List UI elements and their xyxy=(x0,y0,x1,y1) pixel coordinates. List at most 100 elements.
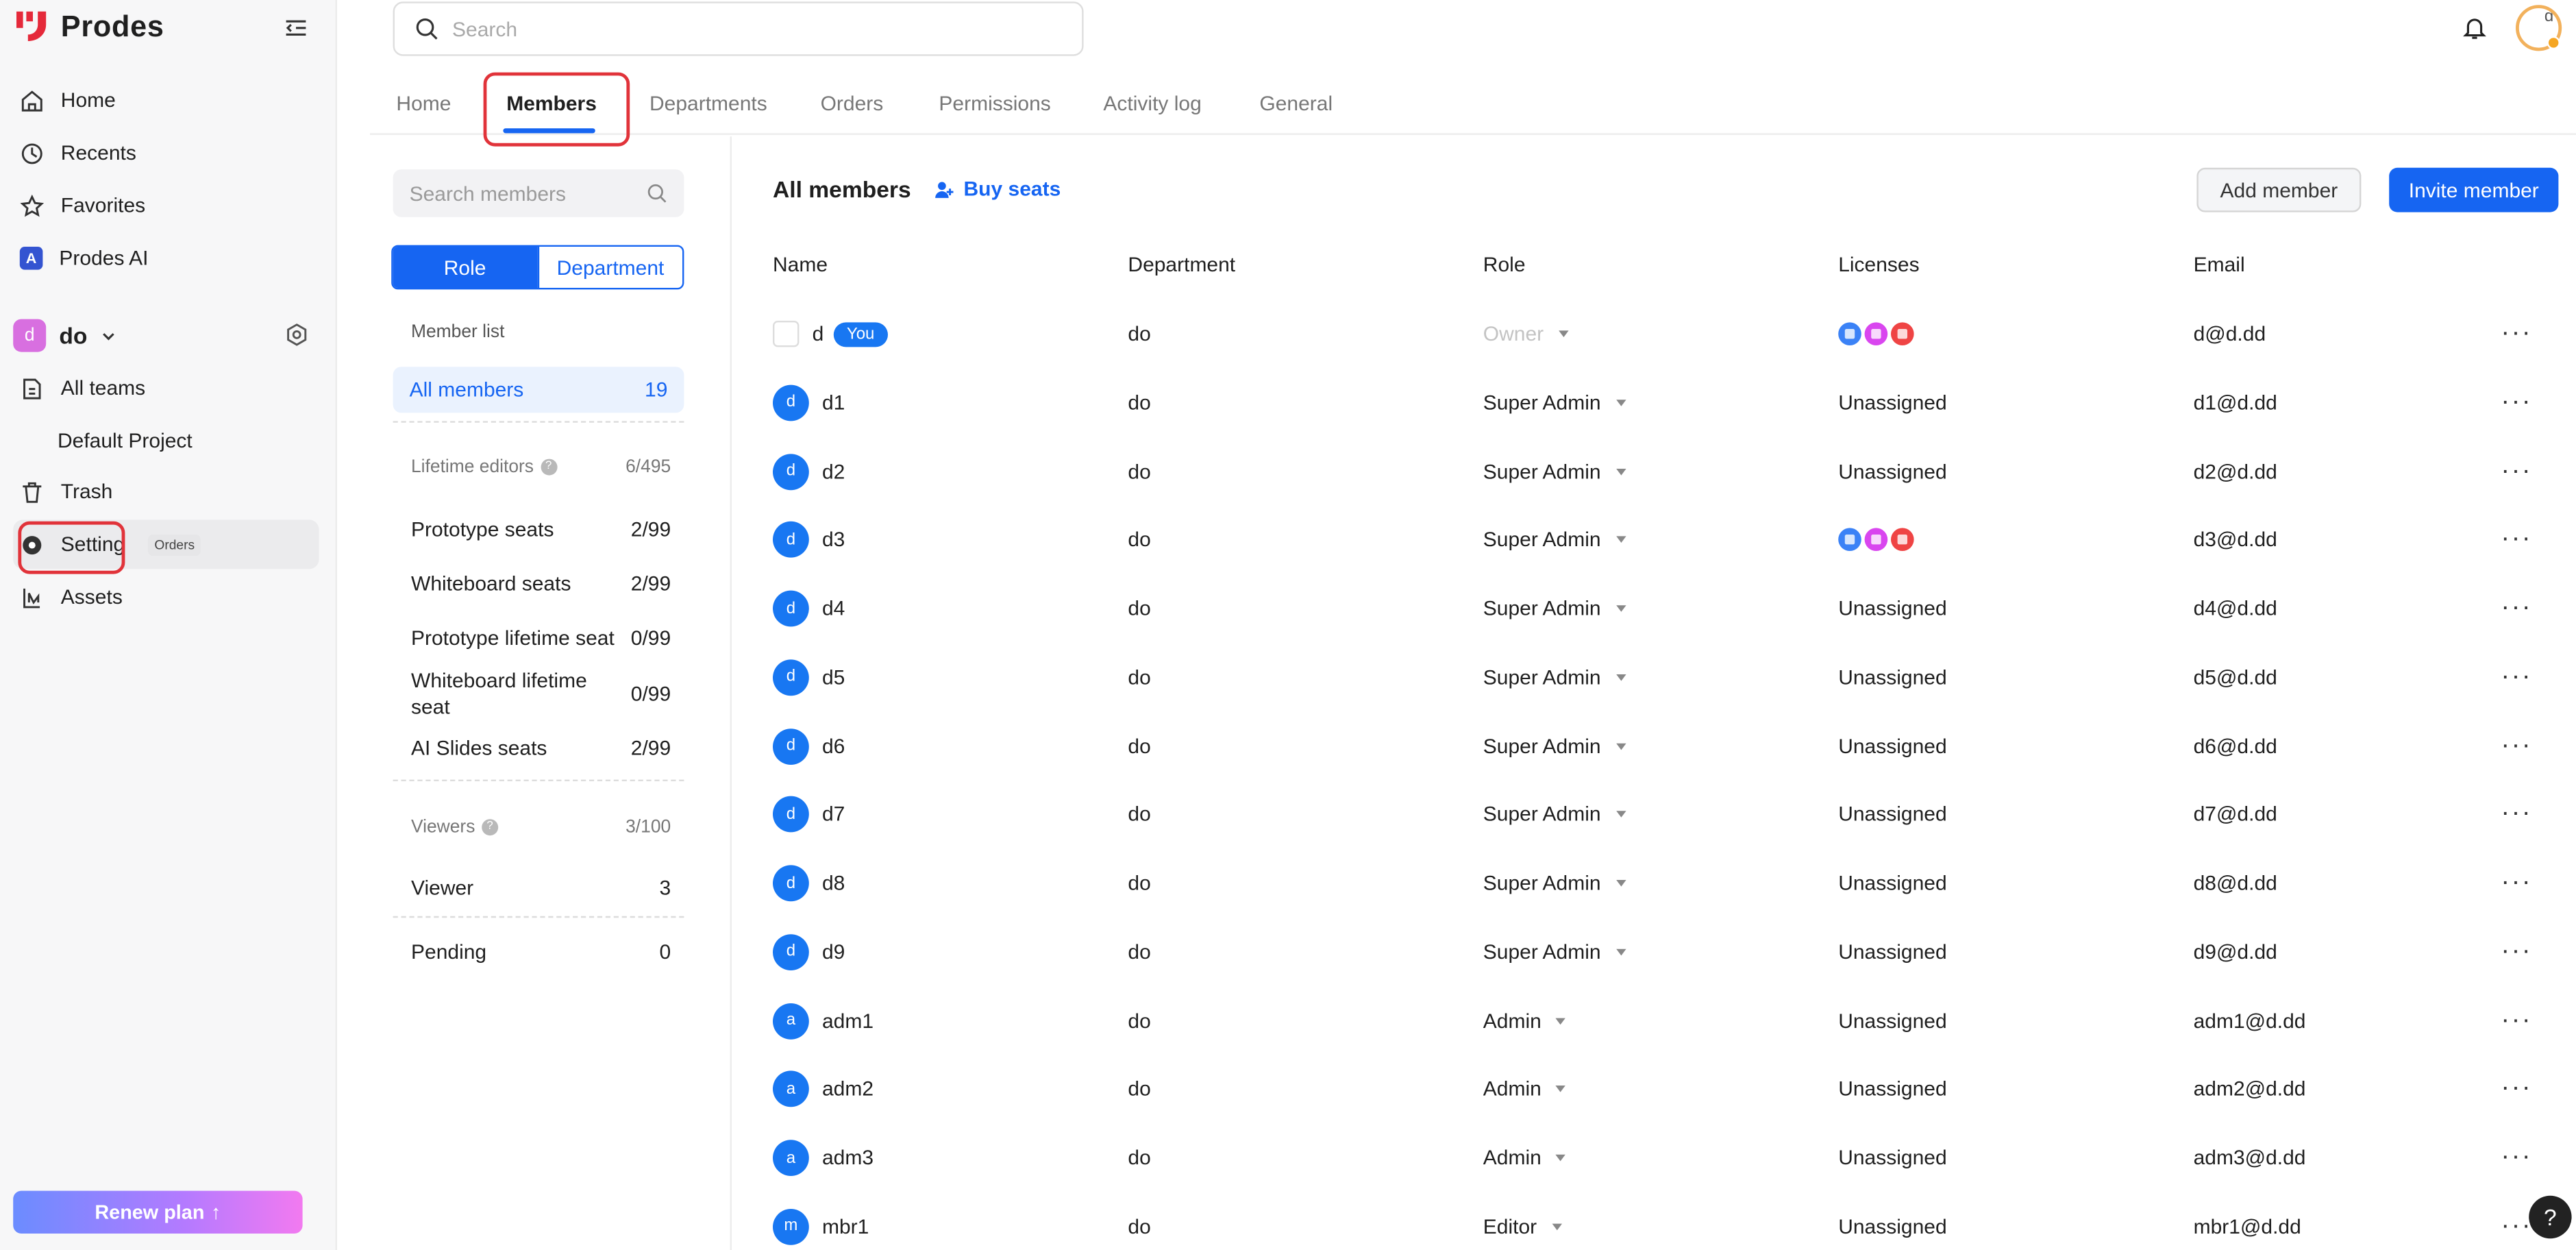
name-cell: d d7 xyxy=(773,796,845,833)
role-label: Editor xyxy=(1483,1215,1537,1238)
table-row[interactable]: d d5 do Super Admin Unassigned d5@d.dd ··… xyxy=(773,654,2565,700)
seat-row[interactable]: Prototype lifetime seat 0/99 xyxy=(411,625,671,651)
add-member-button[interactable]: Add member xyxy=(2196,167,2362,212)
role-dropdown[interactable]: Super Admin xyxy=(1483,735,1626,757)
more-options-icon[interactable]: ··· xyxy=(2501,1006,2532,1035)
table-row[interactable]: d You do Owner d@d.dd ··· xyxy=(773,311,2565,357)
bell-icon[interactable] xyxy=(2462,15,2488,41)
help-icon[interactable]: ? xyxy=(482,819,499,836)
email-cell: d7@d.dd xyxy=(2193,802,2277,826)
column-header-licenses: Licenses xyxy=(1838,253,1920,277)
table-row[interactable]: d d7 do Super Admin Unassigned d7@d.dd ··… xyxy=(773,792,2565,837)
tab-orders[interactable]: Orders xyxy=(821,92,884,115)
seat-row[interactable]: Whiteboard lifetime seat 0/99 xyxy=(411,667,671,720)
table-row[interactable]: a adm2 do Admin Unassigned adm2@d.dd ··· xyxy=(773,1066,2565,1112)
help-icon[interactable]: ? xyxy=(540,458,557,476)
more-options-icon[interactable]: ··· xyxy=(2501,731,2532,761)
table-row[interactable]: d d1 do Super Admin Unassigned d1@d.dd ··… xyxy=(773,380,2565,426)
seat-row[interactable]: Whiteboard seats 2/99 xyxy=(411,571,671,597)
app-logo[interactable]: Prodes xyxy=(15,8,164,45)
table-row[interactable]: d d6 do Super Admin Unassigned d6@d.dd ··… xyxy=(773,723,2565,769)
tab-general[interactable]: General xyxy=(1259,92,1333,115)
renew-plan-button[interactable]: Renew plan ↑ xyxy=(13,1190,303,1234)
seat-row[interactable]: Pending 0 xyxy=(411,939,671,965)
more-options-icon[interactable]: ··· xyxy=(2501,1212,2532,1241)
more-options-icon[interactable]: ··· xyxy=(2501,663,2532,692)
seat-row[interactable]: AI Slides seats 2/99 xyxy=(411,735,671,761)
global-search-input[interactable]: Search xyxy=(393,1,1084,56)
more-options-icon[interactable]: ··· xyxy=(2501,800,2532,829)
seat-row[interactable]: Prototype seats 2/99 xyxy=(411,517,671,543)
sidebar-item-home[interactable]: Home xyxy=(13,75,319,125)
member-name: d8 xyxy=(822,872,845,895)
role-dropdown[interactable]: Super Admin xyxy=(1483,597,1626,620)
role-dropdown[interactable]: Admin xyxy=(1483,1078,1566,1101)
seat-row[interactable]: Viewer 3 xyxy=(411,875,671,901)
more-options-icon[interactable]: ··· xyxy=(2501,525,2532,554)
member-search-input[interactable]: Search members xyxy=(393,169,684,217)
more-options-icon[interactable]: ··· xyxy=(2501,937,2532,966)
role-dropdown[interactable]: Super Admin xyxy=(1483,528,1626,552)
sidebar-item-assets[interactable]: Assets xyxy=(13,572,319,622)
role-label: Super Admin xyxy=(1483,459,1601,483)
tab-permissions[interactable]: Permissions xyxy=(939,92,1050,115)
seat-count: 3 xyxy=(659,877,671,900)
table-row[interactable]: d d8 do Super Admin Unassigned d8@d.dd ··… xyxy=(773,860,2565,906)
caret-down-icon xyxy=(1615,467,1626,475)
role-dropdown[interactable]: Super Admin xyxy=(1483,872,1626,895)
tab-activity-log[interactable]: Activity log xyxy=(1103,92,1201,115)
sidebar-item-all-teams[interactable]: All teams xyxy=(13,363,319,413)
role-dropdown[interactable]: Super Admin xyxy=(1483,665,1626,689)
team-switcher[interactable]: d do xyxy=(13,317,319,354)
filter-all-members[interactable]: All members 19 xyxy=(393,367,684,413)
sidebar-item-favorites[interactable]: Favorites xyxy=(13,181,319,230)
toggle-role[interactable]: Role xyxy=(393,247,537,289)
licenses-cell: Unassigned xyxy=(1838,460,1946,483)
caret-down-icon xyxy=(1558,330,1569,338)
more-options-icon[interactable]: ··· xyxy=(2501,1143,2532,1173)
tab-home[interactable]: Home xyxy=(396,92,451,115)
license-status: Unassigned xyxy=(1838,1215,1947,1238)
table-row[interactable]: d d3 do Super Admin d3@d.dd ··· xyxy=(773,517,2565,563)
table-row[interactable]: m mbr1 do Editor Unassigned mbr1@d.dd ··· xyxy=(773,1203,2565,1249)
department-cell: do xyxy=(1128,322,1151,346)
more-options-icon[interactable]: ··· xyxy=(2501,1075,2532,1104)
team-settings-icon[interactable] xyxy=(284,322,309,347)
more-options-icon[interactable]: ··· xyxy=(2501,456,2532,486)
role-label: Super Admin xyxy=(1483,597,1601,620)
role-dropdown[interactable]: Editor xyxy=(1483,1215,1562,1238)
help-button[interactable]: ? xyxy=(2529,1195,2572,1239)
role-dropdown[interactable]: Super Admin xyxy=(1483,940,1626,964)
license-status: Unassigned xyxy=(1838,1146,1947,1170)
table-row[interactable]: d d9 do Super Admin Unassigned d9@d.dd ··… xyxy=(773,929,2565,975)
sidebar-item-trash[interactable]: Trash xyxy=(13,467,319,517)
role-label: Super Admin xyxy=(1483,940,1601,964)
email-cell: d9@d.dd xyxy=(2193,940,2277,964)
avatar: d xyxy=(773,384,809,421)
tab-departments[interactable]: Departments xyxy=(649,92,767,115)
table-row[interactable]: a adm3 do Admin Unassigned adm3@d.dd ··· xyxy=(773,1135,2565,1181)
table-row[interactable]: d d4 do Super Admin Unassigned d4@d.dd ··… xyxy=(773,585,2565,631)
role-dropdown[interactable]: Super Admin xyxy=(1483,459,1626,483)
sidebar-item-recents[interactable]: Recents xyxy=(13,128,319,177)
more-options-icon[interactable]: ··· xyxy=(2501,319,2532,349)
invite-member-button[interactable]: Invite member xyxy=(2389,167,2559,212)
more-options-icon[interactable]: ··· xyxy=(2501,388,2532,417)
more-options-icon[interactable]: ··· xyxy=(2501,593,2532,623)
role-dropdown[interactable]: Admin xyxy=(1483,1147,1566,1169)
collapse-sidebar-icon[interactable] xyxy=(283,15,309,41)
table-row[interactable]: d d2 do Super Admin Unassigned d2@d.dd ··… xyxy=(773,448,2565,494)
email-cell: d5@d.dd xyxy=(2193,665,2277,689)
table-row[interactable]: a adm1 do Admin Unassigned adm1@d.dd ··· xyxy=(773,998,2565,1044)
sidebar-item-prodes-ai[interactable]: A Prodes AI xyxy=(13,234,319,283)
role-label: Super Admin xyxy=(1483,802,1601,826)
toggle-department[interactable]: Department xyxy=(536,247,682,289)
sidebar-item-default-project[interactable]: Default Project xyxy=(13,416,319,465)
more-options-icon[interactable]: ··· xyxy=(2501,868,2532,898)
role-dropdown[interactable]: Super Admin xyxy=(1483,803,1626,826)
role-dropdown[interactable]: Admin xyxy=(1483,1009,1566,1032)
role-dropdown[interactable]: Super Admin xyxy=(1483,391,1626,414)
email-cell: d6@d.dd xyxy=(2193,734,2277,758)
member-name: d5 xyxy=(822,665,845,689)
buy-seats-link[interactable]: Buy seats xyxy=(934,177,1061,201)
